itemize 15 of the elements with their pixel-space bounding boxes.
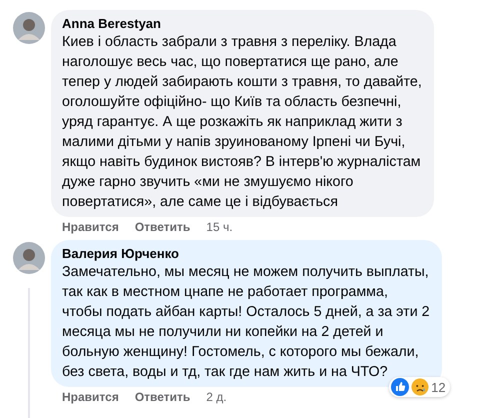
action-link[interactable]: Ответить: [134, 220, 190, 234]
reaction-count: 12: [431, 380, 446, 394]
author-name[interactable]: Валерия Юрченко: [62, 246, 430, 262]
author-name[interactable]: Anna Berestyan: [62, 16, 422, 32]
comment-text: Киев і область забрали з травня з переліку. Влада наголошує весь час, що повертатися ще рано, але тепер у людей забирають кошти з травня, то давайте, оголошуйте офіційно- що Київ та область безпечні, уряд гарантує. А ще розкажіть як наприклад жити з малими дітьми у напів зруинованому Ірпені чи Бучі, якщо навіть будинок вистояв? В інтерв'ю журналістам дуже гарно звучить «ми не змушуємо нікого повертатися», але саме це і відбувається: [62, 33, 422, 212]
comment-time[interactable]: 15 ч.: [206, 220, 233, 234]
action-link[interactable]: Нравится: [62, 220, 119, 234]
sad-emoji-icon: [411, 378, 430, 396]
reactions-badge[interactable]: 12: [389, 377, 450, 397]
action-link[interactable]: Нравится: [62, 390, 119, 404]
action-link[interactable]: Ответить: [134, 390, 190, 404]
like-icon: [391, 378, 410, 396]
comment-time[interactable]: 2 д.: [206, 390, 227, 404]
avatar[interactable]: [13, 12, 45, 44]
avatar[interactable]: [13, 242, 45, 274]
